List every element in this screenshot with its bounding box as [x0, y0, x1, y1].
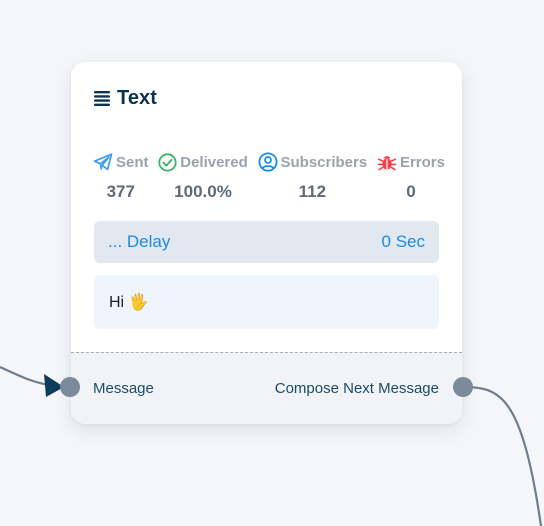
stat-label: Delivered: [180, 153, 248, 171]
message-text: Hi 🖐️: [109, 294, 149, 311]
output-port-label: Compose Next Message: [274, 380, 439, 397]
delay-bar[interactable]: ... Delay 0 Sec: [94, 221, 439, 263]
incoming-edge[interactable]: [0, 365, 56, 388]
user-circle-icon: [257, 152, 278, 172]
stat-subscribers: Subscribers 112: [257, 151, 368, 202]
delay-label: ... Delay: [108, 232, 171, 251]
outgoing-edge[interactable]: [462, 385, 543, 526]
stat-label: Errors: [399, 153, 445, 171]
check-circle-icon: [158, 152, 177, 172]
stat-value: 377: [106, 182, 135, 201]
delay-value: 0 Sec: [381, 232, 425, 251]
stat-value: 0: [406, 182, 416, 201]
input-port-label: Message: [93, 380, 154, 397]
stats-row: Sent 377 Delivered 100.0% Subscribers 11…: [93, 151, 445, 202]
stat-sent: Sent 377: [93, 151, 149, 202]
stat-label: Sent: [116, 153, 149, 171]
output-port-handle[interactable]: [453, 377, 473, 397]
stat-delivered: Delivered 100.0%: [158, 151, 248, 202]
stat-errors: Errors 0: [377, 151, 445, 202]
node-footer: Message Compose Next Message: [71, 352, 462, 424]
stat-label: Subscribers: [280, 153, 368, 171]
stat-value: 100.0%: [174, 182, 232, 201]
node-title-text: Text: [117, 86, 158, 109]
bug-icon: [377, 152, 397, 172]
input-port-handle[interactable]: [60, 377, 80, 397]
list-lines-icon: [93, 89, 111, 107]
paper-plane-icon: [93, 153, 113, 171]
message-bubble[interactable]: Hi 🖐️: [94, 275, 439, 329]
text-node-card[interactable]: Text Sent 377 Delivered 100.0% Subscribe…: [71, 62, 462, 424]
stat-value: 112: [298, 182, 327, 201]
node-title: Text: [93, 86, 157, 110]
